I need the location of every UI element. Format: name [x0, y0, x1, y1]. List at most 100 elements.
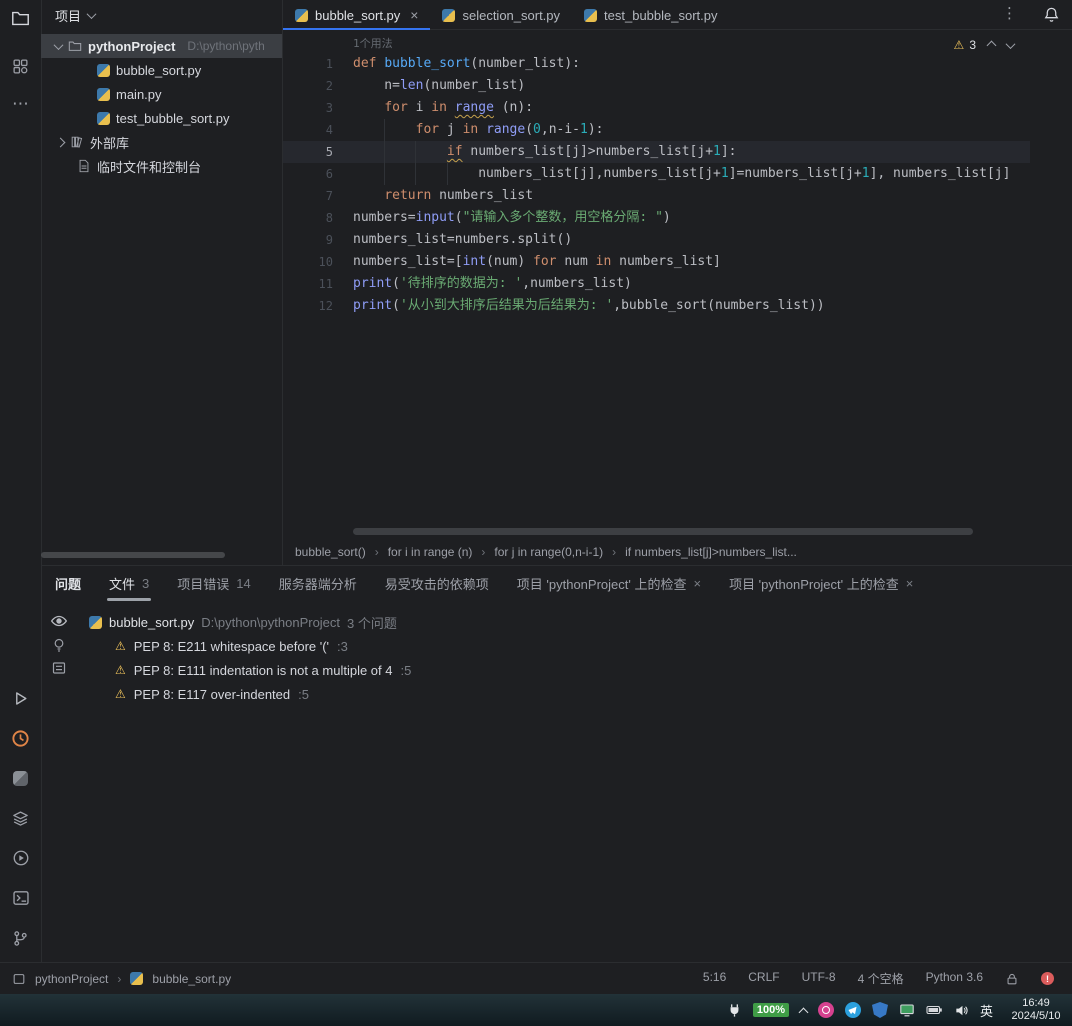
breadcrumb-item[interactable]: bubble_sort(): [295, 545, 366, 559]
python-packages-button[interactable]: [7, 804, 35, 832]
status-file-name[interactable]: bubble_sort.py: [152, 972, 231, 986]
code-line[interactable]: 6 numbers_list[j],numbers_list[j+1]=numb…: [283, 163, 1030, 185]
inspection-widget[interactable]: ⚠ 3: [954, 38, 1016, 52]
code-line[interactable]: 5 if numbers_list[j]>numbers_list[j+1]:: [283, 141, 1030, 163]
screen-share-icon[interactable]: [899, 1002, 915, 1018]
power-plug-icon[interactable]: [727, 1003, 742, 1018]
code-token: input: [415, 210, 455, 225]
tab-close-icon[interactable]: ×: [693, 576, 701, 591]
problems-tab[interactable]: 文件 3: [107, 566, 152, 601]
tab-options-kebab-icon[interactable]: ⋮: [1002, 4, 1018, 22]
profiler-clock-icon: [11, 729, 30, 748]
structure-tool-window-button[interactable]: [7, 52, 35, 80]
project-panel: 项目 pythonProject D:\python\pyth bubble_sor…: [41, 0, 283, 565]
version-control-button[interactable]: [7, 924, 35, 952]
code-token: (: [525, 122, 534, 137]
profiler-tool-window-button[interactable]: [7, 724, 35, 752]
battery-percent-badge[interactable]: 100%: [752, 1003, 789, 1017]
tab-close-icon[interactable]: ×: [410, 7, 418, 23]
code-line[interactable]: 7 return numbers_list: [283, 185, 1030, 207]
next-problem-chevron-icon[interactable]: [1005, 38, 1016, 49]
code-line[interactable]: 8 numbers=input("请输入多个整数，用空格分隔: "): [283, 207, 1030, 229]
code-line[interactable]: 9 numbers_list=numbers.split(): [283, 229, 1030, 251]
problems-tab[interactable]: 项目错误 14: [177, 566, 250, 601]
line-number: 1: [325, 57, 333, 71]
problem-item[interactable]: ⚠ PEP 8: E117 over-indented:5: [89, 682, 411, 706]
run-tool-window-button[interactable]: [7, 684, 35, 712]
chevron-down-icon[interactable]: [53, 39, 64, 50]
shield-app-icon[interactable]: [871, 1002, 888, 1018]
code-line[interactable]: 1 def bubble_sort(number_list):: [283, 53, 1030, 75]
more-tool-windows-button[interactable]: ⋯: [7, 90, 35, 118]
code-line[interactable]: 12 print('从小到大排序后结果为后结果为: ',bubble_sort(n…: [283, 295, 1030, 317]
tree-item[interactable]: test_bubble_sort.py: [41, 106, 282, 130]
tree-item[interactable]: bubble_sort.py: [41, 58, 282, 82]
code-token: for: [384, 100, 408, 115]
status-item[interactable]: 4 个空格: [858, 970, 904, 987]
project-horizontal-scrollbar[interactable]: [41, 552, 225, 558]
battery-icon[interactable]: [926, 1002, 943, 1018]
problem-item[interactable]: ⚠ PEP 8: E111 indentation is not a multip…: [89, 658, 411, 682]
code-line[interactable]: 11 print('待排序的数据为: ',numbers_list): [283, 273, 1030, 295]
readonly-lock-icon[interactable]: [1005, 972, 1019, 986]
code-token: i: [407, 100, 432, 115]
preview-eye-icon[interactable]: [50, 612, 68, 630]
problems-tab[interactable]: 易受攻击的依赖项: [385, 566, 489, 601]
messenger-app-icon[interactable]: [844, 1002, 861, 1018]
code-line[interactable]: 10 numbers_list=[int(num) for num in numb…: [283, 251, 1030, 273]
editor-tab[interactable]: selection_sort.py: [430, 0, 572, 30]
tree-item[interactable]: 外部库: [41, 130, 282, 154]
code-line[interactable]: 4 for j in range(0,n-i-1):: [283, 119, 1030, 141]
ime-indicator[interactable]: 英: [980, 1001, 993, 1020]
problems-tab[interactable]: 项目 'pythonProject' 上的检查 ×: [729, 566, 913, 601]
breadcrumb-item[interactable]: for i in range (n): [388, 545, 473, 559]
problems-tab[interactable]: 项目 'pythonProject' 上的检查 ×: [517, 566, 701, 601]
breadcrumb-item[interactable]: for j in range(0,n-i-1): [494, 545, 603, 559]
editor-horizontal-scrollbar[interactable]: [353, 528, 973, 535]
status-project-name[interactable]: pythonProject: [35, 972, 108, 986]
tree-item[interactable]: 临时文件和控制台: [41, 154, 282, 178]
chevron-right-icon[interactable]: [55, 137, 66, 147]
code-line[interactable]: 3 for i in range (n):: [283, 97, 1030, 119]
services-tool-window-button[interactable]: [7, 844, 35, 872]
code-token: for: [533, 254, 557, 269]
notifications-bell-icon[interactable]: [1043, 6, 1060, 23]
terminal-icon: [12, 889, 30, 907]
problem-file-row[interactable]: bubble_sort.py D:\python\pythonProject 3…: [89, 610, 411, 634]
chevron-separator: ›: [612, 544, 617, 559]
status-item[interactable]: UTF-8: [802, 970, 836, 987]
code-token: return: [384, 188, 432, 203]
python-console-button[interactable]: [7, 764, 35, 792]
tree-item[interactable]: main.py: [41, 82, 282, 106]
usages-inlay-hint[interactable]: 1个用法: [353, 35, 393, 51]
editor-tab[interactable]: bubble_sort.py ×: [283, 0, 430, 30]
code-token: 1: [580, 122, 588, 137]
tree-item[interactable]: pythonProject D:\python\pyth: [41, 34, 282, 58]
taskbar-clock[interactable]: 16:49 2024/5/10: [1004, 997, 1068, 1023]
problem-item[interactable]: ⚠ PEP 8: E211 whitespace before '(':3: [89, 634, 411, 658]
terminal-tool-window-button[interactable]: [7, 884, 35, 912]
status-item[interactable]: CRLF: [748, 970, 779, 987]
status-item[interactable]: 5:16: [703, 970, 726, 987]
quick-fix-bulb-icon[interactable]: [51, 637, 67, 653]
speaker-icon[interactable]: [954, 1003, 969, 1018]
notification-error-badge[interactable]: !: [1041, 972, 1054, 985]
breadcrumb-item[interactable]: if numbers_list[j]>numbers_list...: [625, 545, 797, 559]
tray-expand-chevron-icon[interactable]: [798, 1007, 809, 1017]
chevron-down-icon[interactable]: [86, 8, 97, 19]
editor-tab[interactable]: test_bubble_sort.py: [572, 0, 729, 30]
code-line[interactable]: 2 n=len(number_list): [283, 75, 1030, 97]
problems-panel-title[interactable]: 问题: [55, 574, 81, 593]
code-token: int: [462, 254, 487, 269]
code-editor[interactable]: 1个用法 1 def bubble_sort(number_list): 2 n=l…: [283, 31, 1030, 538]
media-app-icon[interactable]: [817, 1002, 834, 1018]
problem-file-path: D:\python\pythonProject: [201, 614, 341, 630]
group-by-list-icon[interactable]: [51, 660, 67, 676]
code-token: (n):: [493, 100, 534, 115]
previous-problem-chevron-icon[interactable]: [986, 40, 997, 50]
project-tool-window-button[interactable]: [7, 4, 35, 32]
tab-close-icon[interactable]: ×: [906, 576, 914, 591]
status-item[interactable]: Python 3.6: [926, 970, 983, 987]
problems-tab[interactable]: 服务器端分析: [279, 566, 357, 601]
